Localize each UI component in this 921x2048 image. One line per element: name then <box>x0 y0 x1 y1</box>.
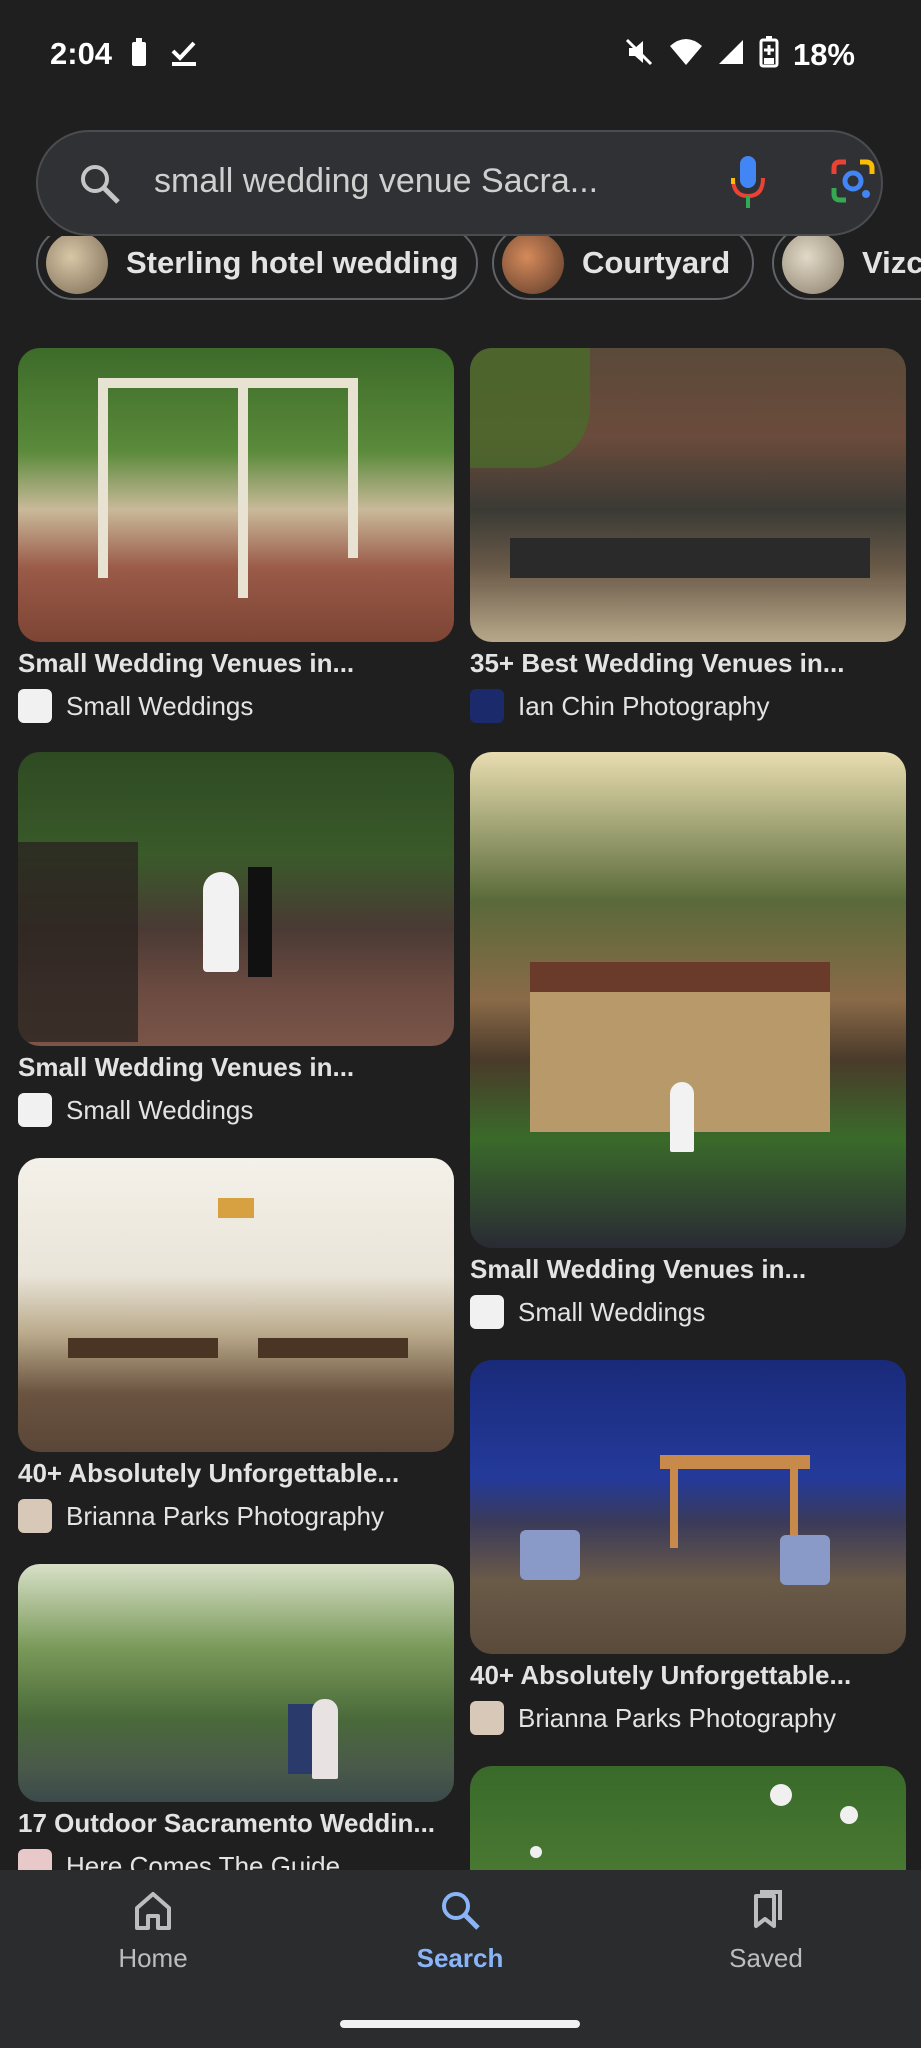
saved-collections-icon <box>744 1890 788 1936</box>
source-favicon <box>18 1093 52 1127</box>
result-title[interactable]: 35+ Best Wedding Venues in... <box>470 648 906 679</box>
result-title[interactable]: 17 Outdoor Sacramento Weddin... <box>18 1808 454 1839</box>
status-time: 2:04 <box>50 36 113 71</box>
source-name: Ian Chin Photography <box>518 690 770 721</box>
chip-thumbnail <box>502 236 564 294</box>
result-source[interactable]: Small Weddings <box>470 1295 906 1329</box>
result-card[interactable] <box>470 1766 906 1870</box>
wifi-icon <box>669 38 703 71</box>
result-card[interactable]: Small Wedding Venues in... Small Wedding… <box>18 348 454 723</box>
related-searches-chips: Sterling hotel wedding Courtyard Vizca <box>36 236 921 302</box>
google-lens-icon[interactable] <box>830 158 876 209</box>
source-name: Small Weddings <box>518 1296 706 1327</box>
result-card[interactable]: 17 Outdoor Sacramento Weddin... Here Com… <box>18 1564 454 1870</box>
mute-icon <box>623 36 655 73</box>
chip-thumbnail <box>46 236 108 294</box>
result-image[interactable] <box>470 1766 906 1870</box>
result-card[interactable]: 40+ Absolutely Unforgettable... Brianna … <box>18 1158 454 1533</box>
source-favicon <box>470 1295 504 1329</box>
result-source[interactable]: Brianna Parks Photography <box>470 1701 906 1735</box>
result-source[interactable]: Ian Chin Photography <box>470 689 906 723</box>
chip-label: Sterling hotel wedding <box>126 245 459 280</box>
microphone-icon[interactable] <box>728 154 768 219</box>
nav-search-label: Search <box>416 1943 504 1973</box>
result-card[interactable]: Small Wedding Venues in... Small Wedding… <box>18 752 454 1127</box>
battery-saver-icon <box>130 38 148 73</box>
checklist-icon <box>170 39 198 72</box>
chip-label: Courtyard <box>582 245 731 280</box>
nav-saved[interactable]: Saved <box>666 1888 866 1974</box>
source-name: Small Weddings <box>66 690 254 721</box>
result-source[interactable]: Here Comes The Guide <box>18 1849 454 1870</box>
result-image[interactable] <box>470 752 906 1248</box>
result-title[interactable]: 40+ Absolutely Unforgettable... <box>18 1458 454 1489</box>
status-bar: 2:04 18% <box>0 0 921 112</box>
source-favicon <box>470 689 504 723</box>
chip-vizcaya[interactable]: Vizca <box>772 236 921 300</box>
result-image[interactable] <box>18 1564 454 1802</box>
source-name: Brianna Parks Photography <box>518 1702 836 1733</box>
chip-label: Vizca <box>862 245 921 280</box>
chip-sterling-hotel-wedding[interactable]: Sterling hotel wedding <box>36 236 478 300</box>
result-title[interactable]: Small Wedding Venues in... <box>470 1254 906 1285</box>
gesture-home-bar[interactable] <box>340 2020 580 2028</box>
result-source[interactable]: Brianna Parks Photography <box>18 1499 454 1533</box>
result-card[interactable]: 40+ Absolutely Unforgettable... Brianna … <box>470 1360 906 1735</box>
result-source[interactable]: Small Weddings <box>18 1093 454 1127</box>
result-image[interactable] <box>18 752 454 1046</box>
nav-search[interactable]: Search <box>360 1888 560 1974</box>
result-source[interactable]: Small Weddings <box>18 689 454 723</box>
source-name: Here Comes The Guide <box>66 1850 341 1871</box>
nav-saved-label: Saved <box>729 1943 803 1973</box>
result-card[interactable]: Small Wedding Venues in... Small Wedding… <box>470 752 906 1329</box>
cell-signal-icon <box>717 38 745 71</box>
battery-percent: 18% <box>792 36 855 72</box>
nav-home-label: Home <box>118 1943 188 1973</box>
result-title[interactable]: Small Wedding Venues in... <box>18 648 454 679</box>
result-card[interactable]: 35+ Best Wedding Venues in... Ian Chin P… <box>470 348 906 723</box>
image-results-grid: Small Wedding Venues in... Small Wedding… <box>0 330 921 1870</box>
source-favicon <box>18 1849 52 1870</box>
search-icon <box>438 1892 482 1936</box>
source-favicon <box>18 689 52 723</box>
result-image[interactable] <box>470 1360 906 1654</box>
result-image[interactable] <box>18 348 454 642</box>
nav-home[interactable]: Home <box>53 1888 253 1974</box>
chip-thumbnail <box>782 236 844 294</box>
chip-courtyard[interactable]: Courtyard <box>492 236 754 300</box>
result-image[interactable] <box>18 1158 454 1452</box>
source-favicon <box>470 1701 504 1735</box>
result-title[interactable]: 40+ Absolutely Unforgettable... <box>470 1660 906 1691</box>
search-bar[interactable]: small wedding venue Sacra... <box>36 130 883 236</box>
search-input[interactable]: small wedding venue Sacra... <box>154 162 674 201</box>
search-icon[interactable] <box>78 162 122 211</box>
battery-icon <box>759 36 779 73</box>
source-name: Small Weddings <box>66 1094 254 1125</box>
home-icon <box>131 1892 175 1936</box>
result-image[interactable] <box>470 348 906 642</box>
source-name: Brianna Parks Photography <box>66 1500 384 1531</box>
result-title[interactable]: Small Wedding Venues in... <box>18 1052 454 1083</box>
source-favicon <box>18 1499 52 1533</box>
